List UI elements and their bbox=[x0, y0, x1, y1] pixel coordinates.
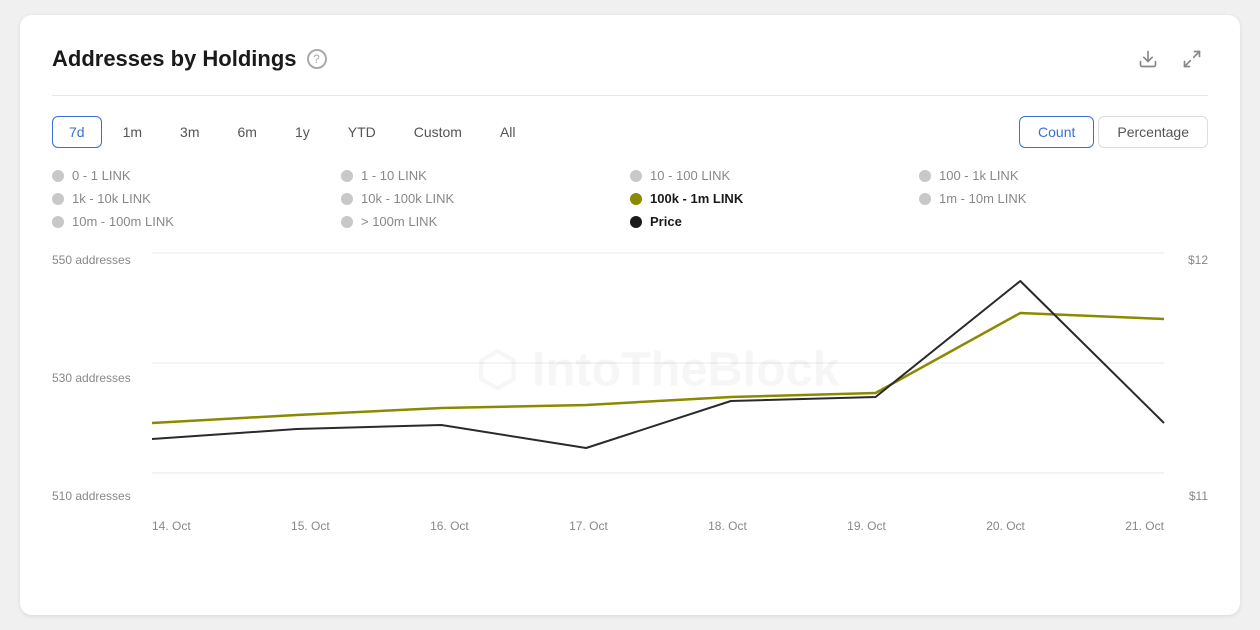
help-icon[interactable]: ? bbox=[307, 49, 327, 69]
filter-6m[interactable]: 6m bbox=[220, 116, 273, 148]
chart-svg: ⬡ IntoTheBlock bbox=[152, 253, 1164, 473]
time-filter-group: 7d 1m 3m 6m 1y YTD Custom All bbox=[52, 116, 533, 148]
legend-price[interactable]: Price bbox=[630, 214, 919, 229]
legend-10k-100k[interactable]: 10k - 100k LINK bbox=[341, 191, 630, 206]
legend-100k-1m[interactable]: 100k - 1m LINK bbox=[630, 191, 919, 206]
legend-dot-100-1k bbox=[919, 170, 931, 182]
x-label-15oct: 15. Oct bbox=[291, 519, 330, 533]
legend-1k-10k[interactable]: 1k - 10k LINK bbox=[52, 191, 341, 206]
x-label-19oct: 19. Oct bbox=[847, 519, 886, 533]
x-label-20oct: 20. Oct bbox=[986, 519, 1025, 533]
legend-dot-1k-10k bbox=[52, 193, 64, 205]
chart-legend: 0 - 1 LINK 1 - 10 LINK 10 - 100 LINK 100… bbox=[52, 168, 1208, 229]
legend-dot-10m-100m bbox=[52, 216, 64, 228]
header-left: Addresses by Holdings ? bbox=[52, 46, 327, 72]
header-divider bbox=[52, 95, 1208, 96]
svg-text:⬡ IntoTheBlock: ⬡ IntoTheBlock bbox=[476, 343, 840, 397]
y-left-bot: 510 addresses bbox=[52, 489, 152, 503]
chart-inner: 550 addresses 530 addresses 510 addresse… bbox=[52, 253, 1208, 533]
x-label-17oct: 17. Oct bbox=[569, 519, 608, 533]
x-label-21oct: 21. Oct bbox=[1125, 519, 1164, 533]
legend-0-1[interactable]: 0 - 1 LINK bbox=[52, 168, 341, 183]
filter-1m[interactable]: 1m bbox=[106, 116, 159, 148]
x-label-16oct: 16. Oct bbox=[430, 519, 469, 533]
chart-area: 550 addresses 530 addresses 510 addresse… bbox=[52, 253, 1208, 533]
toggle-count[interactable]: Count bbox=[1019, 116, 1094, 148]
legend-10m-100m[interactable]: 10m - 100m LINK bbox=[52, 214, 341, 229]
header-right bbox=[1132, 43, 1208, 75]
toggle-percentage[interactable]: Percentage bbox=[1098, 116, 1208, 148]
y-left-mid: 530 addresses bbox=[52, 371, 152, 385]
y-axis-right: $12 $11 bbox=[1168, 253, 1208, 503]
filter-custom[interactable]: Custom bbox=[397, 116, 479, 148]
legend-1-10[interactable]: 1 - 10 LINK bbox=[341, 168, 630, 183]
download-button[interactable] bbox=[1132, 43, 1164, 75]
filter-all[interactable]: All bbox=[483, 116, 533, 148]
y-right-bot: $11 bbox=[1168, 489, 1208, 503]
view-toggle-group: Count Percentage bbox=[1019, 116, 1208, 148]
legend-1m-10m[interactable]: 1m - 10m LINK bbox=[919, 191, 1208, 206]
legend-dot-price bbox=[630, 216, 642, 228]
controls-row: 7d 1m 3m 6m 1y YTD Custom All Count Perc… bbox=[52, 116, 1208, 148]
filter-7d[interactable]: 7d bbox=[52, 116, 102, 148]
y-right-top: $12 bbox=[1168, 253, 1208, 267]
legend-dot-1-10 bbox=[341, 170, 353, 182]
main-card: Addresses by Holdings ? 7d 1m 3m 6m 1y Y… bbox=[20, 15, 1240, 615]
legend-100-1k[interactable]: 100 - 1k LINK bbox=[919, 168, 1208, 183]
x-label-14oct: 14. Oct bbox=[152, 519, 191, 533]
filter-3m[interactable]: 3m bbox=[163, 116, 216, 148]
legend-dot-10k-100k bbox=[341, 193, 353, 205]
legend-gt-100m[interactable]: > 100m LINK bbox=[341, 214, 630, 229]
legend-dot-10-100 bbox=[630, 170, 642, 182]
legend-dot-1m-10m bbox=[919, 193, 931, 205]
legend-10-100[interactable]: 10 - 100 LINK bbox=[630, 168, 919, 183]
y-left-top: 550 addresses bbox=[52, 253, 152, 267]
expand-button[interactable] bbox=[1176, 43, 1208, 75]
y-axis-left: 550 addresses 530 addresses 510 addresse… bbox=[52, 253, 152, 503]
filter-1y[interactable]: 1y bbox=[278, 116, 327, 148]
legend-dot-0-1 bbox=[52, 170, 64, 182]
x-label-18oct: 18. Oct bbox=[708, 519, 747, 533]
legend-dot-100k-1m bbox=[630, 193, 642, 205]
filter-ytd[interactable]: YTD bbox=[331, 116, 393, 148]
page-title: Addresses by Holdings bbox=[52, 46, 297, 72]
card-header: Addresses by Holdings ? bbox=[52, 43, 1208, 75]
x-axis: 14. Oct 15. Oct 16. Oct 17. Oct 18. Oct … bbox=[152, 519, 1164, 533]
legend-dot-gt-100m bbox=[341, 216, 353, 228]
